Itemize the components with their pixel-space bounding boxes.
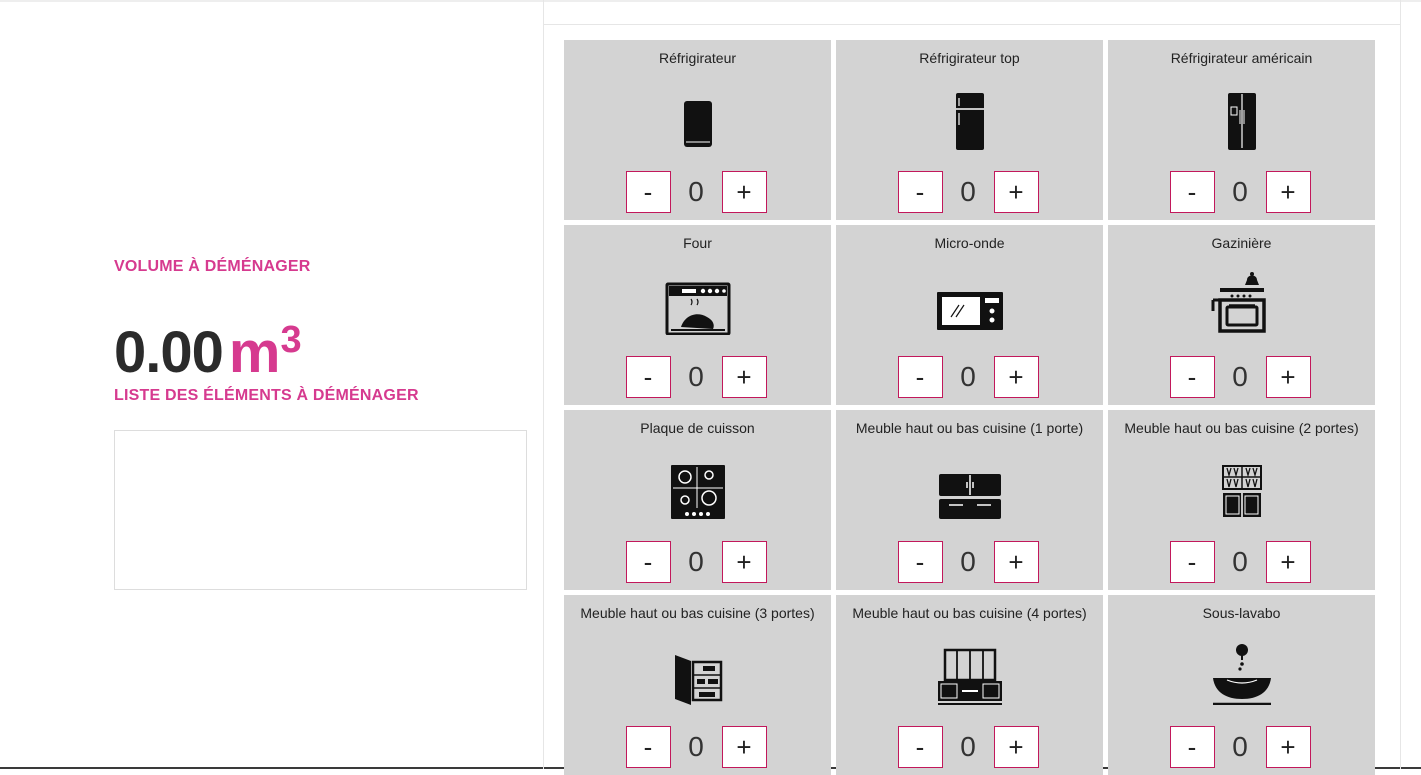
- volume-value: 0.00: [114, 320, 224, 385]
- increment-button[interactable]: +: [1265, 541, 1311, 583]
- quantity-stepper: - 0 +: [897, 541, 1042, 585]
- item-card: Gazinière - 0 +: [1108, 225, 1375, 405]
- kitchen-cabinet-1-icon: [938, 474, 1001, 519]
- quantity-value: 0: [1232, 731, 1248, 762]
- item-label: Four: [683, 235, 712, 251]
- quantity-value: 0: [688, 176, 704, 207]
- decrement-button[interactable]: -: [625, 171, 671, 213]
- decrement-button[interactable]: -: [897, 171, 943, 213]
- increment-button[interactable]: +: [993, 726, 1039, 768]
- item-label: Meuble haut ou bas cuisine (1 porte): [855, 420, 1084, 436]
- decrement-button[interactable]: -: [1169, 541, 1215, 583]
- item-label: Meuble haut ou bas cuisine (2 portes): [1124, 420, 1359, 436]
- item-label: Meuble haut ou bas cuisine (4 portes): [852, 605, 1087, 621]
- quantity-value: 0: [960, 731, 976, 762]
- item-card: Sous-lavabo - 0 +: [1108, 595, 1375, 775]
- quantity-stepper: - 0 +: [1169, 541, 1314, 585]
- microwave-icon: [936, 292, 1003, 330]
- increment-button[interactable]: +: [993, 541, 1039, 583]
- quantity-stepper: - 0 +: [1169, 356, 1314, 400]
- increment-button[interactable]: +: [1265, 726, 1311, 768]
- american-fridge-icon: [1227, 93, 1256, 150]
- item-label: Micro-onde: [934, 235, 1005, 251]
- item-label: Plaque de cuisson: [640, 420, 755, 436]
- decrement-button[interactable]: -: [1169, 171, 1215, 213]
- item-card: Micro-onde - 0 +: [836, 225, 1103, 405]
- increment-button[interactable]: +: [721, 726, 767, 768]
- list-label: LISTE DES ÉLÉMENTS À DÉMÉNAGER: [114, 387, 419, 404]
- decrement-button[interactable]: -: [1169, 726, 1215, 768]
- kitchen-cabinet-2-icon: [1221, 465, 1262, 517]
- item-card: Réfrigirateur top - 0 +: [836, 40, 1103, 220]
- item-label: Meuble haut ou bas cuisine (3 portes): [580, 605, 815, 621]
- fridge-icon: [683, 101, 712, 147]
- gas-stove-icon: [1211, 272, 1266, 333]
- volume-unit: m3: [228, 319, 302, 385]
- kitchen-cabinet-4-icon: [937, 648, 1002, 705]
- quantity-stepper: - 0 +: [1169, 171, 1314, 215]
- quantity-value: 0: [688, 731, 704, 762]
- quantity-stepper: - 0 +: [625, 171, 770, 215]
- decrement-button[interactable]: -: [625, 356, 671, 398]
- increment-button[interactable]: +: [721, 356, 767, 398]
- moving-items-list: [114, 430, 527, 590]
- volume-unit-exponent: 3: [280, 319, 301, 361]
- quantity-value: 0: [1232, 546, 1248, 577]
- decrement-button[interactable]: -: [897, 726, 943, 768]
- quantity-value: 0: [960, 361, 976, 392]
- increment-button[interactable]: +: [1265, 356, 1311, 398]
- item-card: Meuble haut ou bas cuisine (3 portes) - …: [564, 595, 831, 775]
- item-card: Meuble haut ou bas cuisine (2 portes) - …: [1108, 410, 1375, 590]
- increment-button[interactable]: +: [721, 541, 767, 583]
- increment-button[interactable]: +: [1265, 171, 1311, 213]
- quantity-stepper: - 0 +: [625, 356, 770, 400]
- kitchen-cabinet-3-icon: [674, 655, 722, 705]
- item-card: Plaque de cuisson - 0 +: [564, 410, 831, 590]
- item-label: Réfrigirateur: [658, 50, 737, 66]
- increment-button[interactable]: +: [993, 171, 1039, 213]
- quantity-value: 0: [1232, 176, 1248, 207]
- quantity-stepper: - 0 +: [1169, 726, 1314, 770]
- volume-unit-base: m: [228, 320, 281, 385]
- quantity-stepper: - 0 +: [897, 171, 1042, 215]
- item-card: Réfrigirateur américain - 0 +: [1108, 40, 1375, 220]
- fridge-top-icon: [955, 93, 984, 150]
- sink-cabinet-icon: [1212, 644, 1271, 705]
- cooktop-icon: [670, 465, 725, 519]
- quantity-stepper: - 0 +: [897, 726, 1042, 770]
- item-label: Gazinière: [1211, 235, 1272, 251]
- quantity-value: 0: [688, 361, 704, 392]
- quantity-stepper: - 0 +: [625, 541, 770, 585]
- item-card: Meuble haut ou bas cuisine (4 portes) - …: [836, 595, 1103, 775]
- quantity-stepper: - 0 +: [897, 356, 1042, 400]
- decrement-button[interactable]: -: [1169, 356, 1215, 398]
- decrement-button[interactable]: -: [897, 541, 943, 583]
- increment-button[interactable]: +: [993, 356, 1039, 398]
- quantity-value: 0: [1232, 361, 1248, 392]
- quantity-value: 0: [688, 546, 704, 577]
- items-grid: Réfrigirateur - 0 + Réfrigirateur top -: [564, 40, 1376, 775]
- item-card: Réfrigirateur - 0 +: [564, 40, 831, 220]
- items-panel: Réfrigirateur - 0 + Réfrigirateur top -: [543, 0, 1401, 775]
- decrement-button[interactable]: -: [897, 356, 943, 398]
- increment-button[interactable]: +: [721, 171, 767, 213]
- volume-label: VOLUME À DÉMÉNAGER: [114, 258, 311, 275]
- item-label: Sous-lavabo: [1202, 605, 1281, 621]
- quantity-value: 0: [960, 176, 976, 207]
- decrement-button[interactable]: -: [625, 541, 671, 583]
- decrement-button[interactable]: -: [625, 726, 671, 768]
- volume-display: 0.00 m3: [114, 305, 302, 388]
- panel-divider: [544, 24, 1400, 25]
- quantity-value: 0: [960, 546, 976, 577]
- item-card: Meuble haut ou bas cuisine (1 porte) - 0…: [836, 410, 1103, 590]
- quantity-stepper: - 0 +: [625, 726, 770, 770]
- item-label: Réfrigirateur top: [919, 50, 1020, 66]
- oven-icon: [665, 282, 730, 335]
- item-label: Réfrigirateur américain: [1170, 50, 1313, 66]
- item-card: Four - 0 +: [564, 225, 831, 405]
